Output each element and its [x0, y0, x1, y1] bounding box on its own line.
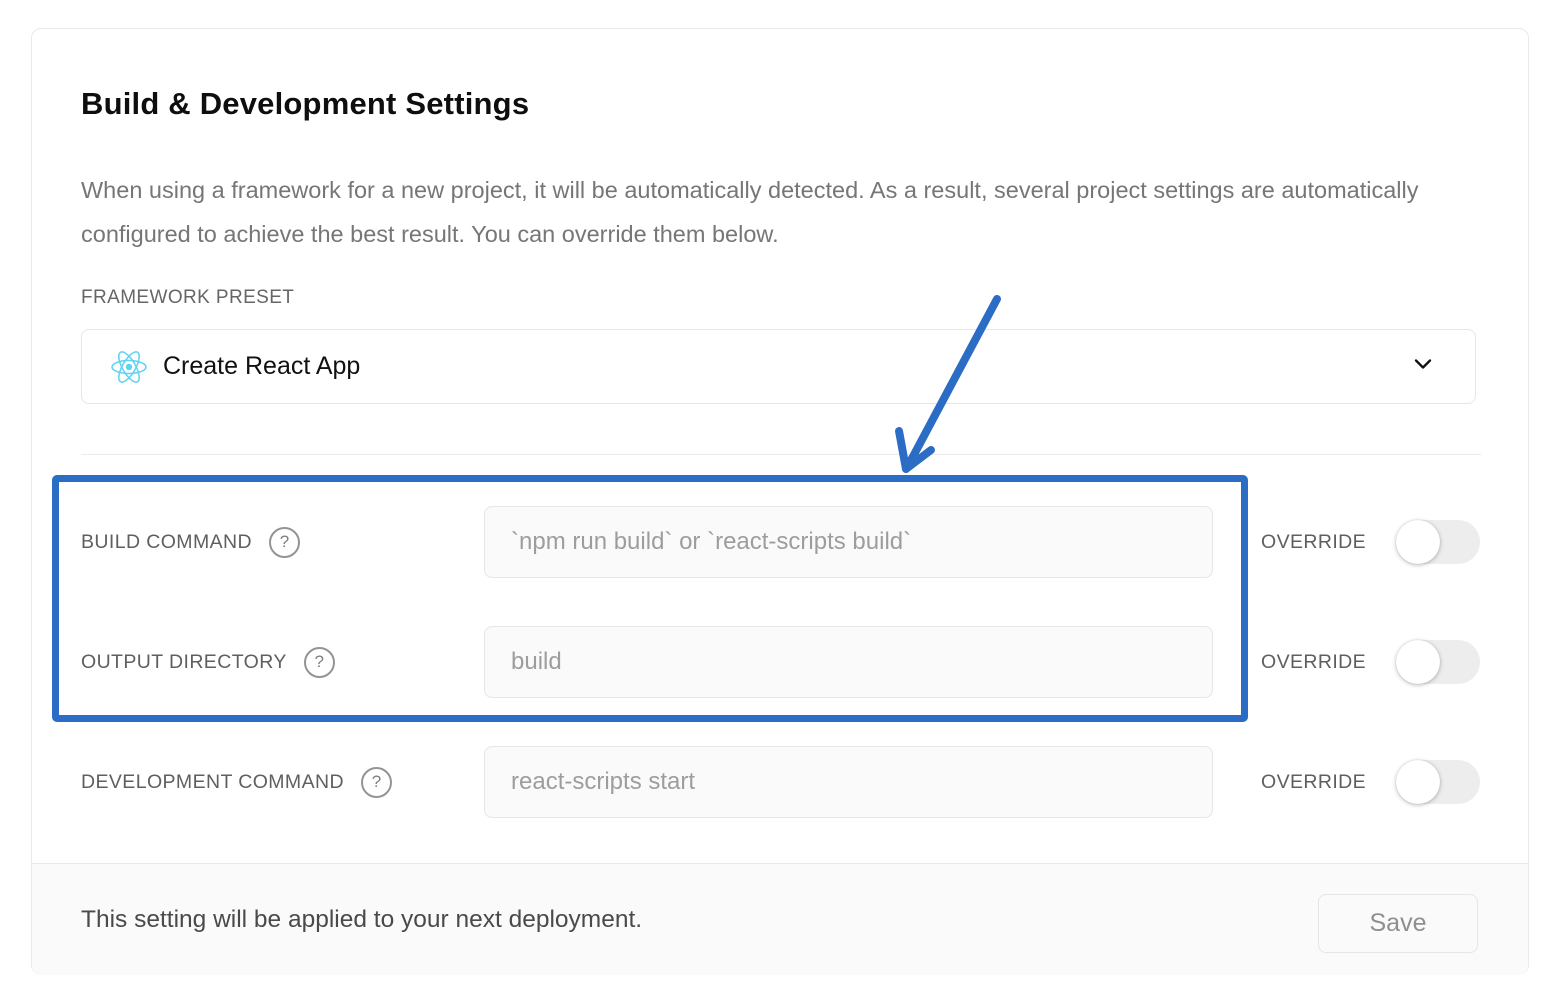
toggle-knob [1396, 760, 1440, 804]
development-command-row: DEVELOPMENT COMMAND ? OVERRIDE [81, 746, 1529, 818]
framework-preset-value: Create React App [163, 352, 1409, 381]
override-label: OVERRIDE [1261, 626, 1366, 698]
section-description: When using a framework for a new project… [81, 168, 1461, 256]
framework-preset-select[interactable]: Create React App [81, 329, 1476, 404]
override-label: OVERRIDE [1261, 746, 1366, 818]
build-command-label: BUILD COMMAND [81, 531, 252, 554]
output-directory-input[interactable] [484, 626, 1213, 698]
toggle-knob [1396, 640, 1440, 684]
build-command-row: BUILD COMMAND ? OVERRIDE [81, 506, 1529, 578]
development-command-input[interactable] [484, 746, 1213, 818]
help-icon[interactable]: ? [361, 767, 392, 798]
override-toggle[interactable] [1396, 520, 1480, 564]
page-title: Build & Development Settings [81, 85, 529, 123]
override-toggle[interactable] [1396, 760, 1480, 804]
help-icon[interactable]: ? [304, 647, 335, 678]
output-directory-row: OUTPUT DIRECTORY ? OVERRIDE [81, 626, 1529, 698]
section-divider [81, 454, 1481, 455]
react-logo-icon [110, 350, 148, 384]
build-command-input[interactable] [484, 506, 1213, 578]
card-footer: This setting will be applied to your nex… [32, 863, 1528, 975]
help-icon[interactable]: ? [269, 527, 300, 558]
build-settings-card: Build & Development Settings When using … [31, 28, 1529, 975]
page: Build & Development Settings When using … [0, 0, 1560, 1008]
toggle-knob [1396, 520, 1440, 564]
override-toggle[interactable] [1396, 640, 1480, 684]
framework-preset-label: FRAMEWORK PRESET [81, 287, 294, 309]
chevron-down-icon [1409, 350, 1437, 383]
footer-note: This setting will be applied to your nex… [81, 864, 642, 976]
override-label: OVERRIDE [1261, 506, 1366, 578]
output-directory-label: OUTPUT DIRECTORY [81, 651, 287, 674]
save-button[interactable]: Save [1318, 894, 1478, 953]
development-command-label: DEVELOPMENT COMMAND [81, 771, 344, 794]
